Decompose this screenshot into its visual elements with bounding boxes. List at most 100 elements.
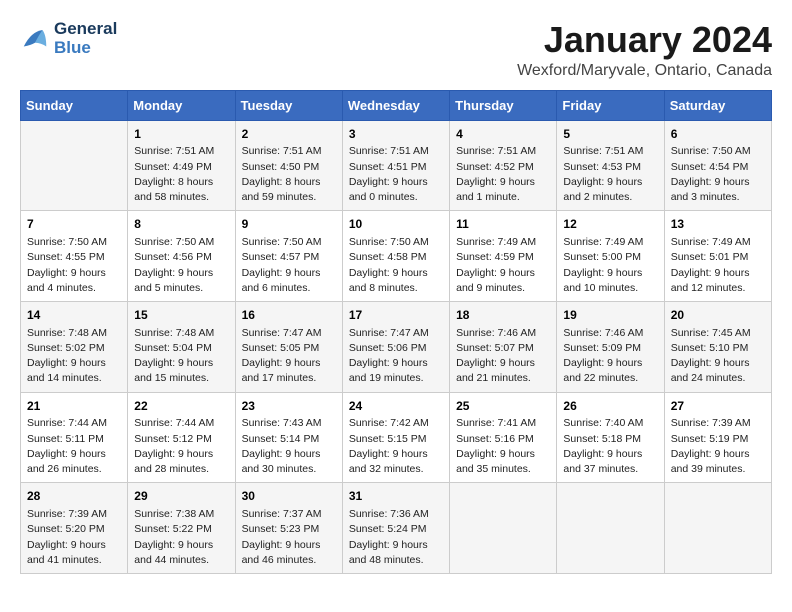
cell-content: Sunrise: 7:44 AMSunset: 5:11 PMDaylight:… — [27, 416, 121, 477]
calendar-title: January 2024 — [517, 20, 772, 60]
calendar-cell: 23Sunrise: 7:43 AMSunset: 5:14 PMDayligh… — [235, 392, 342, 483]
calendar-cell: 1Sunrise: 7:51 AMSunset: 4:49 PMDaylight… — [128, 120, 235, 211]
day-number: 16 — [242, 307, 336, 324]
calendar-cell: 7 Sunrise: 7:50 AMSunset: 4:55 PMDaylight… — [21, 211, 128, 302]
cell-content: Sunrise: 7:51 AMSunset: 4:51 PMDaylight:… — [349, 144, 443, 205]
calendar-cell: 11 Sunrise: 7:49 AMSunset: 4:59 PMDayligh… — [450, 211, 557, 302]
cell-content: Sunrise: 7:48 AMSunset: 5:02 PMDaylight:… — [27, 326, 121, 387]
header-tuesday: Tuesday — [235, 90, 342, 120]
calendar-cell: 17Sunrise: 7:47 AMSunset: 5:06 PMDayligh… — [342, 301, 449, 392]
header: General Blue January 2024 Wexford/Maryva… — [20, 20, 772, 80]
calendar-week-1: 1Sunrise: 7:51 AMSunset: 4:49 PMDaylight… — [21, 120, 772, 211]
day-number: 6 — [671, 126, 765, 143]
calendar-cell — [664, 483, 771, 574]
cell-content: Sunrise: 7:45 AMSunset: 5:10 PMDaylight:… — [671, 326, 765, 387]
calendar-week-5: 28Sunrise: 7:39 AMSunset: 5:20 PMDayligh… — [21, 483, 772, 574]
calendar-table: SundayMondayTuesdayWednesdayThursdayFrid… — [20, 90, 772, 574]
calendar-cell: 28Sunrise: 7:39 AMSunset: 5:20 PMDayligh… — [21, 483, 128, 574]
day-number: 28 — [27, 488, 121, 505]
calendar-cell: 3Sunrise: 7:51 AMSunset: 4:51 PMDaylight… — [342, 120, 449, 211]
header-sunday: Sunday — [21, 90, 128, 120]
cell-content: Sunrise: 7:43 AMSunset: 5:14 PMDaylight:… — [242, 416, 336, 477]
calendar-week-3: 14Sunrise: 7:48 AMSunset: 5:02 PMDayligh… — [21, 301, 772, 392]
header-monday: Monday — [128, 90, 235, 120]
cell-content: Sunrise: 7:51 AMSunset: 4:53 PMDaylight:… — [563, 144, 657, 205]
calendar-cell: 24Sunrise: 7:42 AMSunset: 5:15 PMDayligh… — [342, 392, 449, 483]
cell-content: Sunrise: 7:49 AMSunset: 4:59 PMDaylight:… — [456, 235, 550, 296]
cell-content: Sunrise: 7:41 AMSunset: 5:16 PMDaylight:… — [456, 416, 550, 477]
calendar-week-4: 21Sunrise: 7:44 AMSunset: 5:11 PMDayligh… — [21, 392, 772, 483]
calendar-cell: 21Sunrise: 7:44 AMSunset: 5:11 PMDayligh… — [21, 392, 128, 483]
cell-content: Sunrise: 7:38 AMSunset: 5:22 PMDaylight:… — [134, 507, 228, 568]
cell-content: Sunrise: 7:46 AMSunset: 5:09 PMDaylight:… — [563, 326, 657, 387]
calendar-cell: 10 Sunrise: 7:50 AMSunset: 4:58 PMDayligh… — [342, 211, 449, 302]
cell-content: Sunrise: 7:48 AMSunset: 5:04 PMDaylight:… — [134, 326, 228, 387]
day-number: 29 — [134, 488, 228, 505]
calendar-cell: 13Sunrise: 7:49 AMSunset: 5:01 PMDayligh… — [664, 211, 771, 302]
day-number: 8 — [134, 216, 228, 233]
calendar-cell: 8 Sunrise: 7:50 AMSunset: 4:56 PMDaylight… — [128, 211, 235, 302]
calendar-week-2: 7 Sunrise: 7:50 AMSunset: 4:55 PMDaylight… — [21, 211, 772, 302]
cell-content: Sunrise: 7:46 AMSunset: 5:07 PMDaylight:… — [456, 326, 550, 387]
cell-content: Sunrise: 7:50 AMSunset: 4:54 PMDaylight:… — [671, 144, 765, 205]
day-number: 15 — [134, 307, 228, 324]
day-number: 23 — [242, 398, 336, 415]
day-number: 30 — [242, 488, 336, 505]
day-number: 12 — [563, 216, 657, 233]
calendar-cell: 4Sunrise: 7:51 AMSunset: 4:52 PMDaylight… — [450, 120, 557, 211]
calendar-cell: 15 Sunrise: 7:48 AMSunset: 5:04 PMDayligh… — [128, 301, 235, 392]
logo-icon — [20, 24, 50, 54]
day-number: 31 — [349, 488, 443, 505]
calendar-cell — [557, 483, 664, 574]
day-number: 5 — [563, 126, 657, 143]
header-thursday: Thursday — [450, 90, 557, 120]
cell-content: Sunrise: 7:50 AMSunset: 4:58 PMDaylight:… — [349, 235, 443, 296]
header-saturday: Saturday — [664, 90, 771, 120]
cell-content: Sunrise: 7:44 AMSunset: 5:12 PMDaylight:… — [134, 416, 228, 477]
calendar-cell: 25Sunrise: 7:41 AMSunset: 5:16 PMDayligh… — [450, 392, 557, 483]
calendar-cell: 20 Sunrise: 7:45 AMSunset: 5:10 PMDayligh… — [664, 301, 771, 392]
day-number: 11 — [456, 216, 550, 233]
calendar-cell: 9Sunrise: 7:50 AMSunset: 4:57 PMDaylight… — [235, 211, 342, 302]
day-number: 4 — [456, 126, 550, 143]
calendar-cell: 29 Sunrise: 7:38 AMSunset: 5:22 PMDayligh… — [128, 483, 235, 574]
day-number: 20 — [671, 307, 765, 324]
calendar-cell: 12 Sunrise: 7:49 AMSunset: 5:00 PMDayligh… — [557, 211, 664, 302]
cell-content: Sunrise: 7:51 AMSunset: 4:49 PMDaylight:… — [134, 144, 228, 205]
day-number: 26 — [563, 398, 657, 415]
day-number: 7 — [27, 216, 121, 233]
cell-content: Sunrise: 7:49 AMSunset: 5:00 PMDaylight:… — [563, 235, 657, 296]
cell-content: Sunrise: 7:51 AMSunset: 4:50 PMDaylight:… — [242, 144, 336, 205]
cell-content: Sunrise: 7:50 AMSunset: 4:56 PMDaylight:… — [134, 235, 228, 296]
logo-text: General Blue — [54, 20, 117, 57]
cell-content: Sunrise: 7:36 AMSunset: 5:24 PMDaylight:… — [349, 507, 443, 568]
day-number: 17 — [349, 307, 443, 324]
calendar-cell: 19 Sunrise: 7:46 AMSunset: 5:09 PMDayligh… — [557, 301, 664, 392]
day-number: 27 — [671, 398, 765, 415]
calendar-header-row: SundayMondayTuesdayWednesdayThursdayFrid… — [21, 90, 772, 120]
calendar-cell: 5Sunrise: 7:51 AMSunset: 4:53 PMDaylight… — [557, 120, 664, 211]
calendar-cell: 6Sunrise: 7:50 AMSunset: 4:54 PMDaylight… — [664, 120, 771, 211]
cell-content: Sunrise: 7:50 AMSunset: 4:57 PMDaylight:… — [242, 235, 336, 296]
cell-content: Sunrise: 7:50 AMSunset: 4:55 PMDaylight:… — [27, 235, 121, 296]
day-number: 10 — [349, 216, 443, 233]
calendar-cell: 30 Sunrise: 7:37 AMSunset: 5:23 PMDayligh… — [235, 483, 342, 574]
cell-content: Sunrise: 7:40 AMSunset: 5:18 PMDaylight:… — [563, 416, 657, 477]
cell-content: Sunrise: 7:37 AMSunset: 5:23 PMDaylight:… — [242, 507, 336, 568]
day-number: 21 — [27, 398, 121, 415]
calendar-subtitle: Wexford/Maryvale, Ontario, Canada — [517, 62, 772, 80]
calendar-cell: 16 Sunrise: 7:47 AMSunset: 5:05 PMDayligh… — [235, 301, 342, 392]
cell-content: Sunrise: 7:47 AMSunset: 5:05 PMDaylight:… — [242, 326, 336, 387]
logo: General Blue — [20, 20, 117, 57]
calendar-cell: 27Sunrise: 7:39 AMSunset: 5:19 PMDayligh… — [664, 392, 771, 483]
day-number: 19 — [563, 307, 657, 324]
day-number: 24 — [349, 398, 443, 415]
header-friday: Friday — [557, 90, 664, 120]
day-number: 22 — [134, 398, 228, 415]
cell-content: Sunrise: 7:39 AMSunset: 5:19 PMDaylight:… — [671, 416, 765, 477]
day-number: 25 — [456, 398, 550, 415]
calendar-cell: 2Sunrise: 7:51 AMSunset: 4:50 PMDaylight… — [235, 120, 342, 211]
header-wednesday: Wednesday — [342, 90, 449, 120]
calendar-cell: 31 Sunrise: 7:36 AMSunset: 5:24 PMDayligh… — [342, 483, 449, 574]
calendar-cell — [21, 120, 128, 211]
